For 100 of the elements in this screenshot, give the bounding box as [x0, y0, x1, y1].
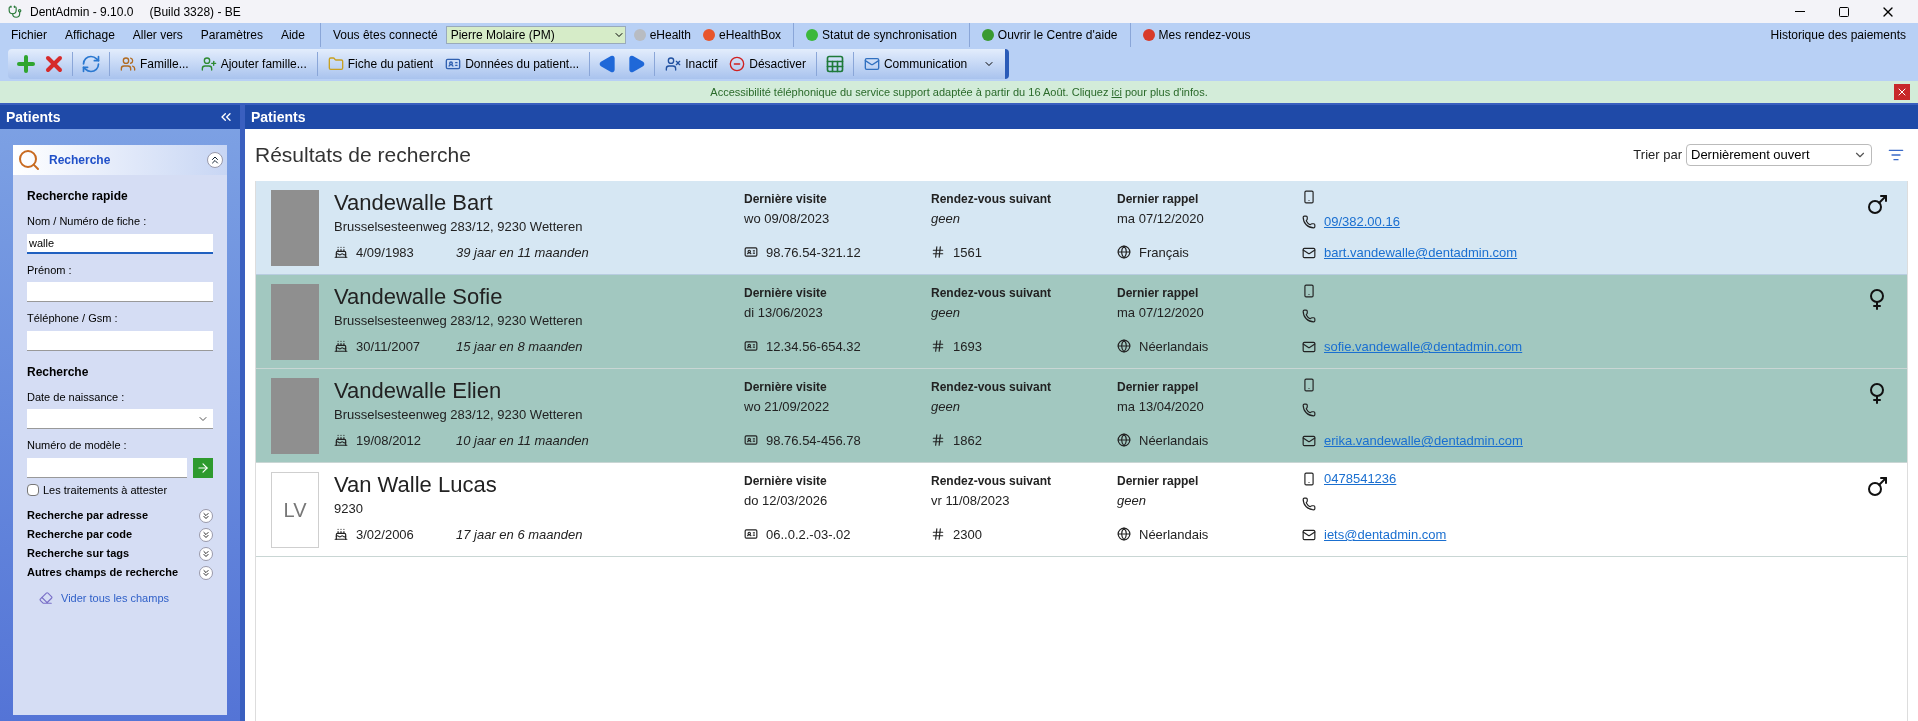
- column-label: Dernière visite: [744, 473, 828, 490]
- column-label: Dernier rappel: [1117, 285, 1200, 302]
- column-label: Dernière visite: [744, 379, 828, 396]
- filter-icon[interactable]: [1888, 147, 1904, 163]
- checkbox[interactable]: [27, 483, 39, 496]
- column-label: Dernière visite: [744, 191, 828, 208]
- birth-date: 30/11/2007: [356, 337, 422, 356]
- menu-item[interactable]: Historique des paiements: [1762, 26, 1914, 44]
- id-card-icon: [445, 56, 462, 72]
- globe-icon: [1117, 339, 1131, 354]
- double-chevron-down-icon: [201, 548, 211, 559]
- last-recall: ma 13/04/2020: [1117, 398, 1205, 416]
- cake-icon: [334, 245, 348, 260]
- email-link[interactable]: iets@dentadmin.com: [1324, 525, 1447, 545]
- section-heading[interactable]: Recherche sur tags: [27, 545, 130, 562]
- patient-address: Brusselsesteenweg 283/12, 9230 Wetteren: [334, 218, 584, 236]
- national-id: 12.34.56-654.32: [766, 337, 861, 356]
- go-button[interactable]: [193, 457, 213, 478]
- arrow-right-icon: [196, 460, 210, 475]
- toolbar-button[interactable]: Communication: [857, 50, 1002, 78]
- expand-toggle[interactable]: [199, 527, 213, 542]
- maximize-icon: [1838, 5, 1850, 18]
- status-button[interactable]: Mes rendez-vous: [1138, 26, 1255, 44]
- expand-toggle[interactable]: [199, 546, 213, 561]
- hash-icon: [931, 245, 945, 260]
- field-label: Nom / Numéro de fiche :: [27, 214, 148, 229]
- column-label: Rendez-vous suivant: [931, 473, 1053, 490]
- notice-link[interactable]: ici: [1111, 85, 1122, 98]
- user-dropdown[interactable]: Pierre Molaire (PM): [445, 26, 626, 44]
- menu-item[interactable]: Aller vers: [125, 26, 190, 44]
- clear-fields-link[interactable]: Vider tous les champs: [61, 590, 170, 607]
- file-number: 2300: [953, 525, 982, 544]
- mail-icon: [1302, 528, 1316, 542]
- date-dropdown[interactable]: [27, 409, 213, 429]
- minimize-icon: [1795, 11, 1805, 12]
- section-heading[interactable]: Recherche par adresse: [27, 507, 149, 524]
- last-recall: geen: [1117, 492, 1147, 510]
- patient-name: Vandewalle Bart: [334, 189, 494, 217]
- status-button[interactable]: eHealthBox: [699, 26, 786, 44]
- minus-circle-icon: [729, 56, 746, 72]
- text-field[interactable]: walle: [27, 233, 213, 254]
- language: Néerlandais: [1139, 525, 1209, 544]
- column-label: Rendez-vous suivant: [931, 191, 1053, 208]
- patient-name: Vandewalle Sofie: [334, 283, 504, 311]
- toolbar-button[interactable]: Désactiver: [723, 50, 812, 78]
- section-heading[interactable]: Autres champs de recherche: [27, 564, 178, 581]
- phone-link[interactable]: 09/382.00.16: [1324, 212, 1400, 232]
- close-button[interactable]: [1894, 84, 1910, 100]
- text-field[interactable]: [27, 330, 213, 351]
- section-heading[interactable]: Recherche par code: [27, 526, 133, 543]
- text-field[interactable]: [27, 457, 187, 478]
- build-info: (Build 3328) - BE: [149, 3, 241, 21]
- section-heading: Recherche: [27, 363, 90, 381]
- person-icon: [665, 56, 682, 72]
- last-recall: ma 07/12/2020: [1117, 304, 1205, 322]
- close-icon: [1896, 86, 1908, 98]
- envelope-icon: [863, 56, 880, 72]
- eraser-icon: [39, 591, 53, 606]
- mobile-icon: [1302, 284, 1316, 298]
- expand-toggle[interactable]: [207, 152, 223, 168]
- next-appointment: vr 11/08/2023: [931, 492, 1011, 510]
- column-label: Dernier rappel: [1117, 191, 1200, 208]
- phone-icon: [1302, 309, 1316, 323]
- sidebar-title: Patients: [6, 107, 61, 127]
- national-id: 98.76.54-456.78: [766, 431, 861, 450]
- phone-icon: [1302, 497, 1316, 511]
- email-link[interactable]: bart.vandewalle@dentadmin.com: [1324, 243, 1518, 263]
- hash-icon: [931, 433, 945, 448]
- toolbar-button[interactable]: Ajouter famille...: [194, 50, 313, 78]
- menu-item[interactable]: Aide: [273, 26, 312, 44]
- spreadsheet-icon: [824, 54, 845, 74]
- patient-row[interactable]: [256, 275, 1907, 369]
- toolbar-button[interactable]: Inactif: [659, 50, 724, 78]
- national-id: 06..0.2.-03-.02: [766, 525, 851, 544]
- text-field[interactable]: [27, 282, 213, 302]
- phone-icon: [1302, 403, 1316, 417]
- patient-row[interactable]: [256, 181, 1907, 275]
- status-button[interactable]: eHealth: [629, 26, 696, 44]
- patient-age: 39 jaar en 11 maanden: [456, 243, 589, 262]
- menu-item[interactable]: Fichier: [4, 26, 54, 44]
- panel-title: Patients: [251, 107, 306, 127]
- cake-icon: [334, 527, 348, 542]
- patient-row[interactable]: [256, 369, 1907, 463]
- sort-dropdown[interactable]: Dernièrement ouvert: [1686, 144, 1872, 166]
- toolbar-button[interactable]: Données du patient...: [439, 50, 586, 78]
- status-button[interactable]: Statut de synchronisation: [802, 26, 961, 44]
- mobile-link[interactable]: 0478541236: [1324, 469, 1397, 489]
- expand-toggle[interactable]: [199, 565, 213, 580]
- toolbar-button[interactable]: Fiche du patient: [321, 50, 440, 78]
- column-label: Dernier rappel: [1117, 473, 1200, 490]
- status-button[interactable]: Ouvrir le Centre d'aide: [977, 26, 1122, 44]
- expand-toggle[interactable]: [199, 508, 213, 523]
- patient-address: Brusselsesteenweg 283/12, 9230 Wetteren: [334, 312, 584, 330]
- field-label: Téléphone / Gsm :: [27, 311, 119, 326]
- menu-item[interactable]: Affichage: [58, 26, 122, 44]
- double-chevron-up-icon: [209, 154, 221, 166]
- mail-icon: [1302, 246, 1316, 260]
- birth-date: 3/02/2006: [356, 525, 415, 544]
- menu-item[interactable]: Paramètres: [193, 26, 270, 44]
- toolbar-button[interactable]: Famille...: [114, 50, 195, 78]
